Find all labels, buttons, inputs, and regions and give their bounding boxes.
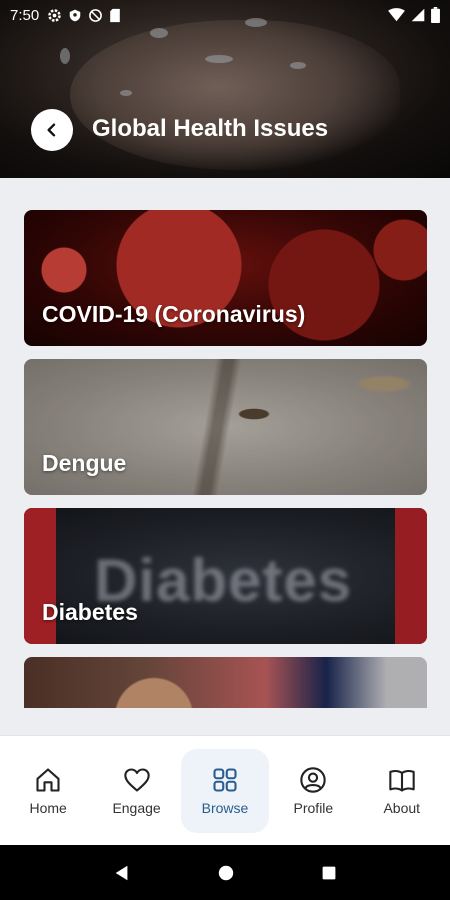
grid-icon	[213, 767, 237, 792]
back-triangle-icon[interactable]	[113, 864, 131, 882]
signal-icon	[411, 8, 425, 22]
card-diabetes[interactable]: Diabetes Diabetes	[24, 508, 427, 644]
recents-square-icon[interactable]	[321, 865, 337, 881]
nav-home-label: Home	[29, 799, 67, 816]
nav-profile[interactable]: Profile	[269, 749, 357, 833]
nav-engage[interactable]: Engage	[93, 749, 181, 833]
bottom-navigation: Home Engage Browse Profile About	[0, 735, 450, 845]
nav-browse-label: Browse	[201, 799, 249, 816]
nav-about-label: About	[383, 799, 421, 816]
nav-home[interactable]: Home	[4, 749, 92, 833]
health-issues-list[interactable]: COVID-19 (Coronavirus) Dengue Diabetes D…	[0, 178, 450, 708]
card-label: Dengue	[42, 450, 127, 476]
shield-icon	[69, 9, 81, 21]
book-icon	[389, 769, 415, 792]
back-button[interactable]	[31, 109, 73, 151]
gear-icon	[48, 8, 61, 22]
no-sync-icon	[89, 8, 103, 22]
nav-profile-label: Profile	[293, 799, 334, 816]
user-circle-icon	[300, 766, 327, 793]
wifi-icon	[388, 8, 405, 22]
home-icon	[36, 767, 60, 792]
nav-about[interactable]: About	[358, 749, 446, 833]
nav-engage-label: Engage	[112, 799, 161, 816]
card-covid-19[interactable]: COVID-19 (Coronavirus)	[24, 210, 427, 346]
card-partial[interactable]	[24, 657, 427, 708]
page-title: Global Health Issues	[92, 115, 329, 142]
status-time: 7:50	[10, 6, 40, 24]
battery-icon	[431, 7, 440, 23]
card-label: COVID-19 (Coronavirus)	[42, 301, 306, 327]
home-circle-icon[interactable]	[217, 864, 235, 882]
system-navigation-bar	[0, 845, 450, 900]
card-dengue[interactable]: Dengue	[24, 359, 427, 495]
heart-icon	[123, 767, 150, 792]
sd-card-icon	[110, 8, 121, 22]
status-bar: 7:50	[0, 0, 450, 30]
card-label: Diabetes	[42, 599, 138, 625]
nav-browse[interactable]: Browse	[180, 748, 269, 833]
chevron-left-icon	[47, 123, 56, 137]
